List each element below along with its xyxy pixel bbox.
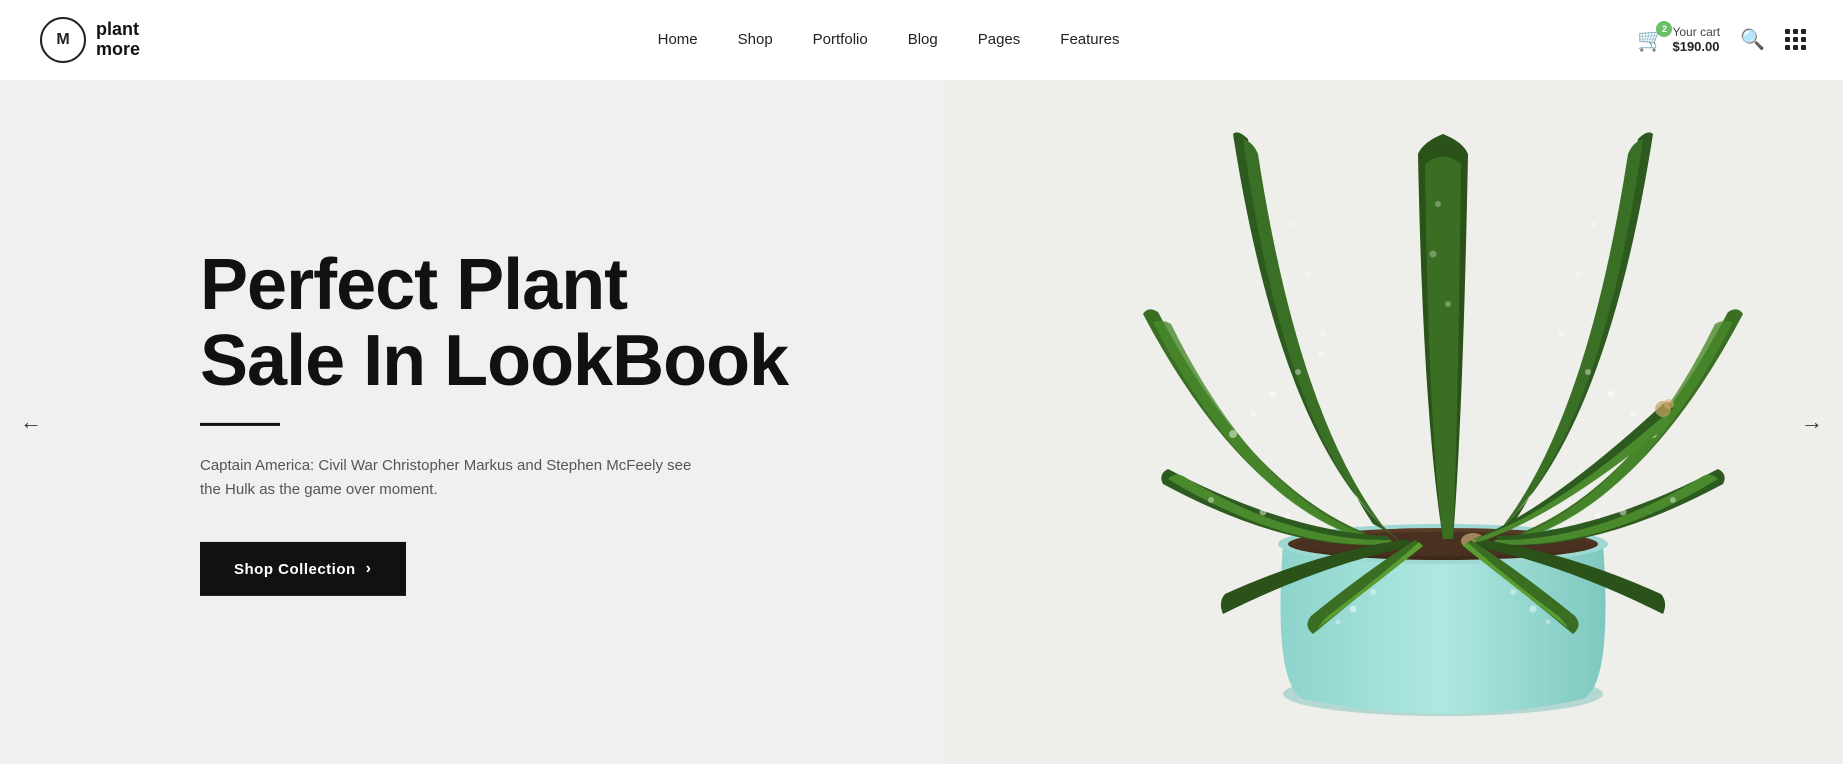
hero-image xyxy=(883,80,1843,764)
hero-description: Captain America: Civil War Christopher M… xyxy=(200,454,700,502)
hero-content: Perfect Plant Sale In LookBook Captain A… xyxy=(200,248,788,596)
hero-title-line2: Sale In LookBook xyxy=(200,321,788,401)
logo-text: plant more xyxy=(96,20,140,60)
nav-item-pages[interactable]: Pages xyxy=(978,31,1021,49)
nav-link-portfolio[interactable]: Portfolio xyxy=(813,31,868,48)
nav-item-portfolio[interactable]: Portfolio xyxy=(813,31,868,49)
nav-link-shop[interactable]: Shop xyxy=(738,31,773,48)
shop-collection-button[interactable]: Shop Collection › xyxy=(200,542,406,596)
left-arrow-icon: ← xyxy=(20,409,42,434)
logo-line1: plant xyxy=(96,20,140,40)
logo-circle: M xyxy=(40,17,86,63)
prev-slide-button[interactable]: ← xyxy=(20,409,42,435)
hero-title-line1: Perfect Plant xyxy=(200,245,627,325)
navbar: M plant more Home Shop Portfolio Blog Pa… xyxy=(0,0,1843,80)
nav-item-features[interactable]: Features xyxy=(1060,31,1119,49)
nav-link-home[interactable]: Home xyxy=(658,31,698,48)
hero-section: ← Perfect Plant Sale In LookBook Captain… xyxy=(0,80,1843,764)
nav-item-shop[interactable]: Shop xyxy=(738,31,773,49)
cart-badge: 2 xyxy=(1656,21,1672,37)
shop-button-label: Shop Collection xyxy=(234,561,356,578)
logo-circle-letter: M xyxy=(56,31,69,49)
right-arrow-icon: → xyxy=(1801,409,1823,434)
logo-line2: more xyxy=(96,40,140,60)
shop-button-arrow: › xyxy=(366,560,372,578)
nav-link-features[interactable]: Features xyxy=(1060,31,1119,48)
grid-icon xyxy=(1785,29,1803,50)
next-slide-button[interactable]: → xyxy=(1801,409,1823,435)
nav-item-blog[interactable]: Blog xyxy=(908,31,938,49)
hero-title: Perfect Plant Sale In LookBook xyxy=(200,248,788,399)
nav-links: Home Shop Portfolio Blog Pages Features xyxy=(658,31,1120,49)
nav-link-blog[interactable]: Blog xyxy=(908,31,938,48)
cart-price: $190.00 xyxy=(1672,39,1720,55)
grid-menu-button[interactable] xyxy=(1785,29,1803,50)
cart-label: Your cart $190.00 xyxy=(1672,25,1720,55)
cart-area[interactable]: 🛒 2 Your cart $190.00 xyxy=(1637,25,1720,55)
cart-icon-wrap: 🛒 2 xyxy=(1637,27,1664,53)
nav-item-home[interactable]: Home xyxy=(658,31,698,49)
hero-divider xyxy=(200,423,280,426)
nav-right: 🛒 2 Your cart $190.00 🔍 xyxy=(1637,25,1803,55)
cart-label-text: Your cart xyxy=(1672,25,1720,39)
search-button[interactable]: 🔍 xyxy=(1740,27,1765,52)
logo[interactable]: M plant more xyxy=(40,17,140,63)
nav-link-pages[interactable]: Pages xyxy=(978,31,1021,48)
